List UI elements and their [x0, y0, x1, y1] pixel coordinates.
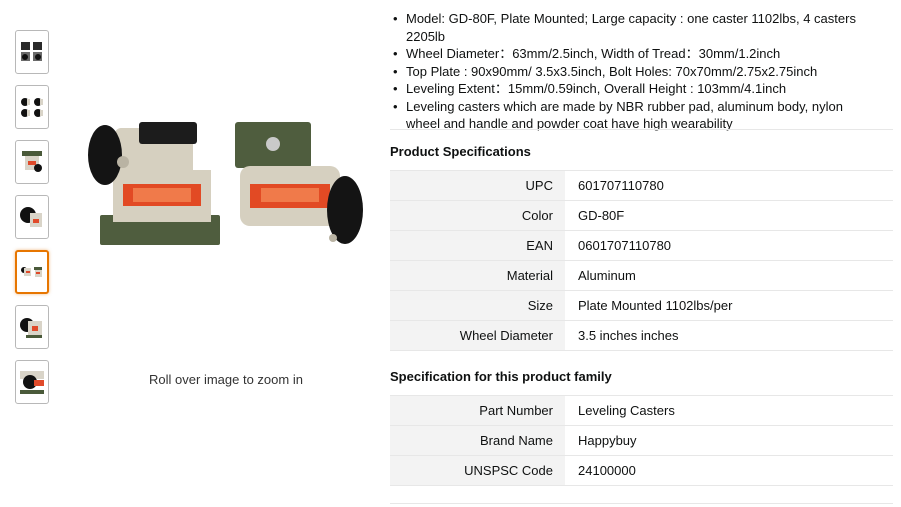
thumbnail-strip: [15, 30, 53, 415]
spec-row-upc: UPC 601707110780: [390, 170, 893, 201]
feature-bullet: Leveling Extent：15mm/0.59inch, Overall H…: [393, 80, 880, 98]
caster-thumbnail-icon: [21, 42, 42, 61]
spec-value: GD-80F: [565, 200, 893, 231]
spec-row-material: Material Aluminum: [390, 260, 893, 291]
thumbnail-side-view[interactable]: [15, 140, 49, 184]
spec-value: 24100000: [565, 455, 893, 486]
spec-value: Plate Mounted 1102lbs/per: [565, 290, 893, 321]
caster-thumbnail-icon: [20, 207, 42, 227]
spec-key: Part Number: [390, 395, 565, 426]
product-specifications-heading: Product Specifications: [390, 144, 531, 159]
product-specifications-table: UPC 601707110780 Color GD-80F EAN 060170…: [390, 170, 893, 351]
spec-value: Leveling Casters: [565, 395, 893, 426]
section-divider: [390, 503, 893, 504]
feature-bullet: Top Plate : 90x90mm/ 3.5x3.5inch, Bolt H…: [393, 63, 880, 81]
spec-value: 0601707110780: [565, 230, 893, 261]
thumbnail-single-caster[interactable]: [15, 305, 49, 349]
product-family-heading: Specification for this product family: [390, 369, 612, 384]
caster-thumbnail-icon: [20, 318, 42, 338]
spec-key: Brand Name: [390, 425, 565, 456]
thumbnail-detail-closeup[interactable]: [15, 360, 49, 404]
spec-row-part-number: Part Number Leveling Casters: [390, 395, 893, 426]
leveling-casters-image: [88, 122, 363, 245]
spec-key: UNSPSC Code: [390, 455, 565, 486]
caster-thumbnail-icon: [22, 151, 42, 172]
section-divider: [390, 129, 893, 130]
thumbnail-front-pair[interactable]: [15, 30, 49, 74]
zoom-hint: Roll over image to zoom in: [149, 372, 303, 387]
spec-key: Material: [390, 260, 565, 291]
thumbnail-wheel-closeup[interactable]: [15, 195, 49, 239]
spec-row-size: Size Plate Mounted 1102lbs/per: [390, 290, 893, 321]
spec-value: Happybuy: [565, 425, 893, 456]
spec-row-ean: EAN 0601707110780: [390, 230, 893, 261]
spec-key: EAN: [390, 230, 565, 261]
spec-row-wheel-diameter: Wheel Diameter 3.5 inches inches: [390, 320, 893, 351]
spec-value: 3.5 inches inches: [565, 320, 893, 351]
spec-row-brand-name: Brand Name Happybuy: [390, 425, 893, 456]
thumbnail-pair-angle[interactable]: [15, 250, 49, 294]
spec-key: Color: [390, 200, 565, 231]
product-family-table: Part Number Leveling Casters Brand Name …: [390, 395, 893, 486]
spec-key: Wheel Diameter: [390, 320, 565, 351]
spec-value: 601707110780: [565, 170, 893, 201]
spec-key: UPC: [390, 170, 565, 201]
feature-bullet: Wheel Diameter：63mm/2.5inch, Width of Tr…: [393, 45, 880, 63]
main-product-image[interactable]: [75, 100, 375, 270]
spec-row-color: Color GD-80F: [390, 200, 893, 231]
feature-bullets: Model: GD-80F, Plate Mounted; Large capa…: [390, 10, 880, 133]
spec-value: Aluminum: [565, 260, 893, 291]
feature-bullet: Model: GD-80F, Plate Mounted; Large capa…: [393, 10, 880, 45]
spec-row-unspsc-code: UNSPSC Code 24100000: [390, 455, 893, 486]
caster-thumbnail-icon: [21, 267, 42, 277]
caster-thumbnail-icon: [21, 98, 43, 117]
spec-key: Size: [390, 290, 565, 321]
thumbnail-four-casters[interactable]: [15, 85, 49, 129]
caster-thumbnail-icon: [20, 371, 44, 394]
feature-bullet: Leveling casters which are made by NBR r…: [393, 98, 880, 133]
